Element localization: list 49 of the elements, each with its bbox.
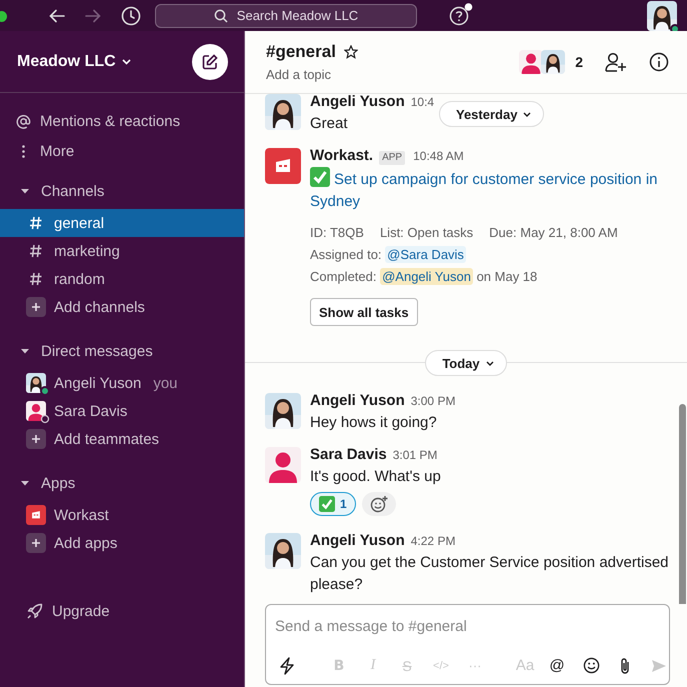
mention-link[interactable]: @Sara Davis — [385, 246, 466, 263]
mention-link[interactable]: @Angeli Yuson — [380, 268, 473, 285]
you-label: you — [153, 374, 178, 392]
message-text: Hey hows it going? — [310, 413, 438, 433]
sidebar-item[interactable]: Add teammates — [0, 425, 244, 453]
assigned-text: Assigned to: @Sara Davis — [310, 245, 467, 265]
section-toggle[interactable]: Apps — [0, 469, 244, 497]
section-toggle[interactable]: Direct messages — [0, 337, 244, 365]
message-text: Great — [310, 114, 349, 134]
timestamp[interactable]: 3:01 PM — [392, 444, 438, 466]
sidebar-item[interactable]: marketing — [0, 237, 244, 265]
sidebar-item[interactable]: Add apps — [0, 529, 244, 557]
search-field[interactable]: Search Meadow LLC — [155, 4, 417, 28]
section-toggle[interactable]: Channels — [0, 177, 244, 205]
author-name[interactable]: Angeli Yuson — [310, 94, 405, 113]
mention-button[interactable]: @ — [544, 652, 570, 678]
workspace-menu[interactable]: Meadow LLC — [17, 52, 131, 70]
day-divider-button[interactable]: Yesterday — [439, 101, 544, 127]
sidebar-item[interactable]: general — [0, 209, 244, 237]
sidebar-item[interactable]: Sara Davis — [0, 397, 244, 425]
sidebar-item[interactable]: More — [0, 137, 244, 165]
message-text: Can you get the Customer Service position advertised please? — [310, 553, 670, 595]
author-name[interactable]: Angeli Yuson — [310, 390, 405, 412]
channel-name[interactable]: #general — [266, 42, 336, 62]
message-text: It's good. What's up — [310, 467, 441, 487]
task-link[interactable]: Set up campaign for customer service position in Sydney — [310, 167, 671, 213]
author-name[interactable]: Angeli Yuson — [310, 530, 405, 552]
sidebar-item[interactable]: Angeli Yuson you — [0, 369, 244, 397]
topic-link[interactable]: Add a topic — [266, 67, 358, 82]
sidebar-item[interactable]: random — [0, 265, 244, 293]
sidebar-item[interactable]: Add channels — [0, 293, 244, 321]
timestamp[interactable]: 4:22 PM — [410, 530, 456, 552]
author-name[interactable]: Sara Davis — [310, 444, 387, 466]
timestamp[interactable]: 3:00 PM — [410, 390, 456, 412]
task-detail: Due: May 21, 8:00 AM — [489, 224, 618, 242]
completed-text: Completed: @Angeli Yuson on May 18 — [310, 267, 538, 287]
app-badge: APP — [379, 151, 406, 165]
upgrade-link[interactable]: Upgrade — [0, 597, 244, 625]
task-detail: ID: T8QB — [310, 224, 364, 242]
timestamp[interactable]: 10:4 — [410, 94, 434, 113]
day-divider-button[interactable]: Today — [425, 350, 507, 376]
task-detail: List: Open tasks — [380, 224, 474, 242]
members-button[interactable]: 2 — [519, 50, 583, 74]
author-name[interactable]: Workast. — [310, 145, 374, 167]
sidebar-item[interactable]: Mentions & reactions — [0, 107, 244, 135]
sidebar-item[interactable]: Workast — [0, 501, 244, 529]
show-all-tasks-button[interactable]: Show all tasks — [310, 298, 418, 326]
reaction-button[interactable]: 1 — [310, 492, 356, 516]
timestamp[interactable]: 10:48 AM — [413, 145, 464, 167]
